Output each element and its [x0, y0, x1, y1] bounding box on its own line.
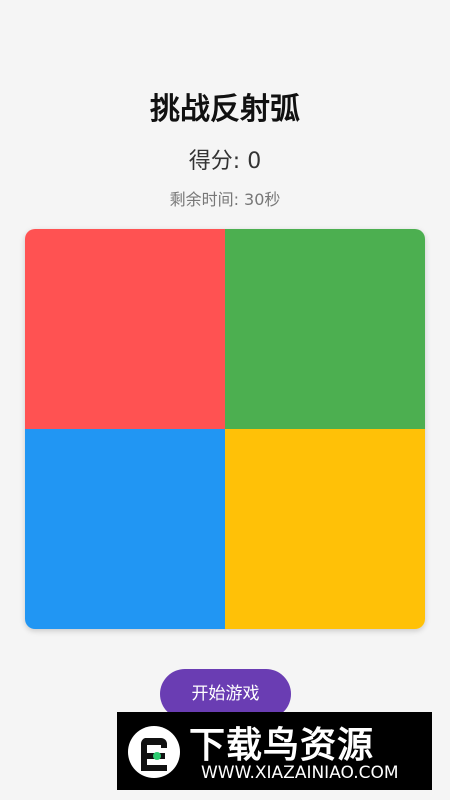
- tile-blue[interactable]: [25, 429, 225, 629]
- tile-yellow[interactable]: [225, 429, 425, 629]
- watermark-name: 下载鸟资源: [189, 725, 375, 766]
- score-display: 得分: 0: [188, 149, 262, 174]
- bird-logo-icon: [128, 726, 180, 778]
- watermark-url: WWW.XIAZAINIAO.COM: [201, 763, 399, 783]
- color-board: [25, 229, 425, 629]
- tile-red[interactable]: [25, 229, 225, 429]
- timer-display: 剩余时间: 30秒: [169, 190, 281, 209]
- watermark-banner: 下载鸟资源 WWW.XIAZAINIAO.COM: [117, 712, 432, 790]
- tile-green[interactable]: [225, 229, 425, 429]
- page-title: 挑战反射弧: [150, 92, 300, 127]
- game-screen: 挑战反射弧 得分: 0 剩余时间: 30秒 开始游戏 下载鸟资源 WWW.XIA…: [0, 0, 450, 800]
